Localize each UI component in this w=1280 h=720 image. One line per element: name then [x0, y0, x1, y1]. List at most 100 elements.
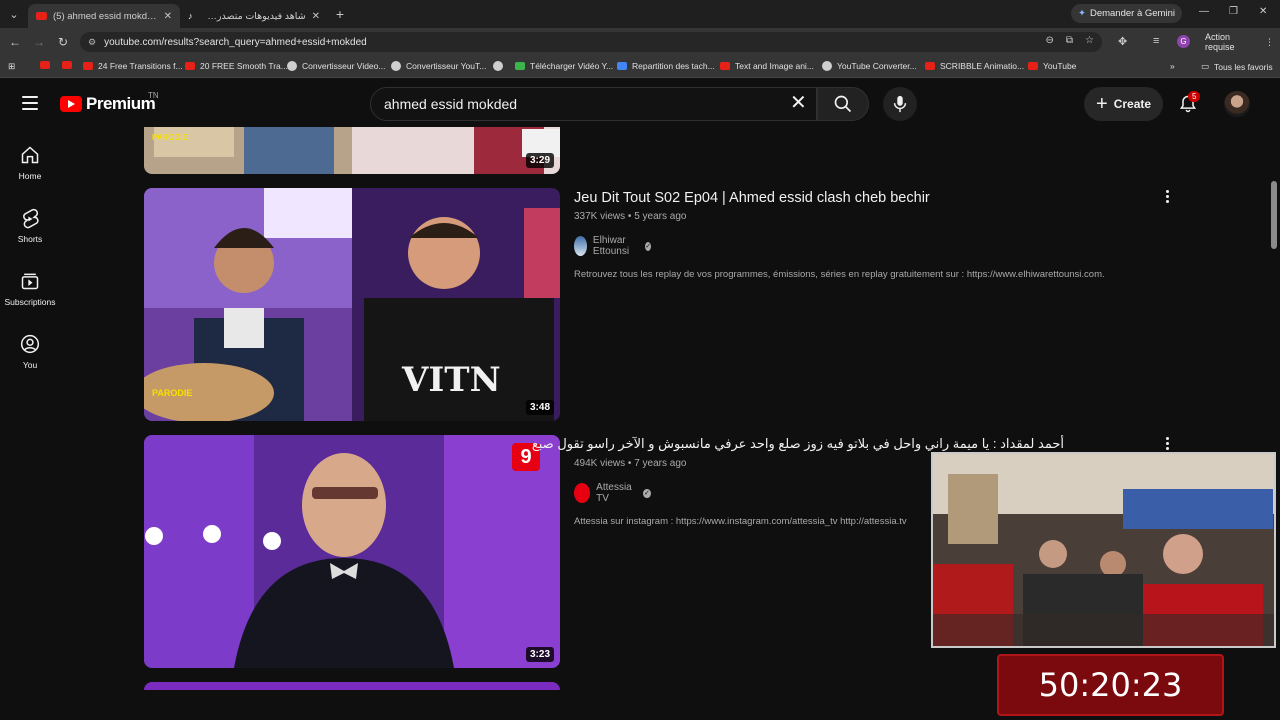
- forward-arrow-icon[interactable]: →: [27, 35, 51, 49]
- video-title[interactable]: Jeu Dit Tout S02 Ep04 | Ahmed essid clas…: [574, 190, 930, 206]
- bookmark-item[interactable]: SCRIBBLE Animatio...: [925, 61, 1024, 71]
- plus-icon: +: [1096, 93, 1108, 115]
- bookmark-item[interactable]: Repartition des tach...: [617, 61, 715, 71]
- search-icon: [834, 95, 852, 113]
- extensions-icon[interactable]: ✥: [1118, 35, 1127, 48]
- guide-item-home[interactable]: Home: [0, 145, 60, 181]
- youtube-favicon-icon: [36, 12, 47, 20]
- bookmark-youtube-icon[interactable]: [40, 61, 50, 69]
- thumbnail-tag: PARODIE: [152, 388, 193, 398]
- reload-icon[interactable]: ↻: [51, 35, 75, 49]
- account-avatar[interactable]: [1224, 91, 1250, 117]
- channel-info[interactable]: Attessia TV ✓: [574, 482, 651, 504]
- youtube-play-icon: [60, 96, 82, 112]
- close-tab-icon[interactable]: ✕: [312, 11, 320, 22]
- action-required-button[interactable]: Action requise ⋮: [1199, 32, 1280, 52]
- create-label: Create: [1113, 97, 1152, 111]
- tab-search-icon[interactable]: ⌄: [0, 0, 28, 28]
- browser-profile-avatar[interactable]: G: [1177, 35, 1190, 48]
- install-app-icon[interactable]: ⧉: [1066, 35, 1073, 46]
- zoom-icon[interactable]: ⊖: [1046, 35, 1054, 46]
- bookmarks-bar: ⊞ 24 Free Transitions f... 20 FREE Smoot…: [0, 56, 1280, 78]
- ask-gemini-button[interactable]: ✦ Demander à Gemini: [1071, 4, 1182, 23]
- tab-title: (5) ahmed essid mokded - YouTube: [53, 10, 158, 22]
- minimize-icon[interactable]: —: [1199, 6, 1209, 17]
- region-code: TN: [148, 91, 159, 100]
- channel-name[interactable]: Elhiwar Ettounsi: [593, 235, 639, 257]
- close-window-icon[interactable]: ✕: [1259, 6, 1267, 17]
- voice-search-button[interactable]: [883, 87, 917, 121]
- guide-item-shorts[interactable]: Shorts: [0, 208, 60, 244]
- bookmark-youtube-icon[interactable]: [62, 61, 72, 69]
- webcam-overlay: [931, 452, 1276, 648]
- url-text[interactable]: youtube.com/results?search_query=ahmed+e…: [104, 37, 367, 48]
- video-thumbnail[interactable]: PARODIE VITN 3:48: [144, 188, 560, 421]
- youtube-premium-logo[interactable]: Premium TN: [60, 91, 159, 114]
- video-duration: 3:23: [525, 647, 554, 662]
- close-tab-icon[interactable]: ✕: [164, 11, 172, 22]
- shorts-icon: [23, 208, 39, 229]
- video-description: Retrouvez tous les replay de vos program…: [574, 269, 1105, 280]
- youtube-masthead: Premium TN ahmed essid mokded ✕ + Create…: [0, 79, 1280, 129]
- menu-icon[interactable]: [22, 96, 38, 110]
- media-control-icon[interactable]: ≡: [1153, 35, 1159, 47]
- back-arrow-icon[interactable]: ←: [3, 35, 27, 49]
- publish-age: 5 years ago: [634, 211, 687, 222]
- guide-label: You: [22, 360, 38, 370]
- channel-avatar[interactable]: [574, 236, 587, 256]
- bookmark-item[interactable]: YouTube Converter...: [822, 61, 917, 71]
- view-count: 337K views: [574, 211, 626, 222]
- clear-search-icon[interactable]: ✕: [790, 92, 807, 114]
- site-info-icon[interactable]: ⚙: [88, 37, 96, 48]
- bookmark-item[interactable]: 20 FREE Smooth Tra...: [185, 61, 288, 71]
- bookmark-globe-icon[interactable]: [493, 61, 503, 71]
- guide-label: Subscriptions: [4, 297, 56, 307]
- apps-grid-icon[interactable]: ⊞: [8, 61, 15, 72]
- guide-label: Home: [18, 171, 42, 181]
- subscriptions-icon: [21, 273, 39, 290]
- search-button[interactable]: [817, 87, 869, 121]
- video-duration: 3:48: [525, 400, 554, 415]
- bookmark-item[interactable]: Convertisseur Video...: [287, 61, 385, 71]
- video-thumbnail[interactable]: PARODIE 3:29: [144, 127, 560, 174]
- bookmark-item[interactable]: Télécharger Vidéo Y...: [515, 61, 613, 71]
- verified-check-icon: ✓: [645, 241, 652, 251]
- guide-item-you[interactable]: You: [0, 334, 60, 370]
- more-bookmarks-icon[interactable]: »: [1170, 61, 1175, 71]
- address-bar[interactable]: ⚙ youtube.com/results?search_query=ahmed…: [80, 32, 1102, 52]
- bookmark-item[interactable]: Text and Image ani...: [720, 61, 814, 71]
- bookmark-item[interactable]: Convertisseur YouT...: [391, 61, 486, 71]
- all-bookmarks-folder[interactable]: ▭ Tous les favoris: [1201, 61, 1273, 72]
- channel-avatar[interactable]: [574, 483, 591, 503]
- video-thumbnail[interactable]: [144, 682, 560, 690]
- guide-label: Shorts: [17, 234, 43, 244]
- you-icon: [20, 334, 40, 354]
- thumbnail-image: [144, 127, 560, 174]
- search-input[interactable]: ahmed essid mokded: [370, 87, 817, 121]
- guide-item-subscriptions[interactable]: Subscriptions: [0, 271, 60, 307]
- video-description: Attessia sur instagram : https://www.ins…: [574, 516, 907, 527]
- publish-age: 7 years ago: [634, 458, 687, 469]
- tiktok-favicon-icon: ♪: [188, 11, 193, 21]
- video-thumbnail[interactable]: 9 3:23: [144, 435, 560, 668]
- bookmark-item[interactable]: YouTube: [1028, 61, 1076, 71]
- restore-icon[interactable]: ❐: [1229, 6, 1238, 17]
- thumbnail-text: VITN: [402, 360, 501, 400]
- channel-name[interactable]: Attessia TV: [596, 482, 637, 504]
- new-tab-button[interactable]: +: [328, 6, 352, 22]
- channel-info[interactable]: Elhiwar Ettounsi ✓: [574, 235, 652, 257]
- more-actions-icon[interactable]: [1166, 190, 1169, 203]
- thumbnail-tag: PARODIE: [152, 133, 188, 142]
- video-title[interactable]: أحمد لمقداد : يا ميمة راني واحل في بلاتو…: [532, 436, 1064, 452]
- thumbnail-image: [144, 435, 560, 668]
- bookmark-star-icon[interactable]: ☆: [1085, 35, 1094, 46]
- notification-count-badge: 5: [1188, 91, 1201, 102]
- more-actions-icon[interactable]: [1166, 437, 1169, 450]
- scrollbar-thumb[interactable]: [1271, 181, 1277, 249]
- tab-youtube[interactable]: (5) ahmed essid mokded - YouTube ✕: [28, 4, 180, 28]
- ask-gemini-label: Demander à Gemini: [1089, 8, 1175, 19]
- home-icon: [21, 146, 39, 164]
- tab-tiktok[interactable]: ♪ شاهد فيديوهات متصدرة (+99) ✕: [180, 4, 328, 28]
- create-button[interactable]: + Create: [1084, 87, 1164, 121]
- bookmark-item[interactable]: 24 Free Transitions f...: [83, 61, 183, 71]
